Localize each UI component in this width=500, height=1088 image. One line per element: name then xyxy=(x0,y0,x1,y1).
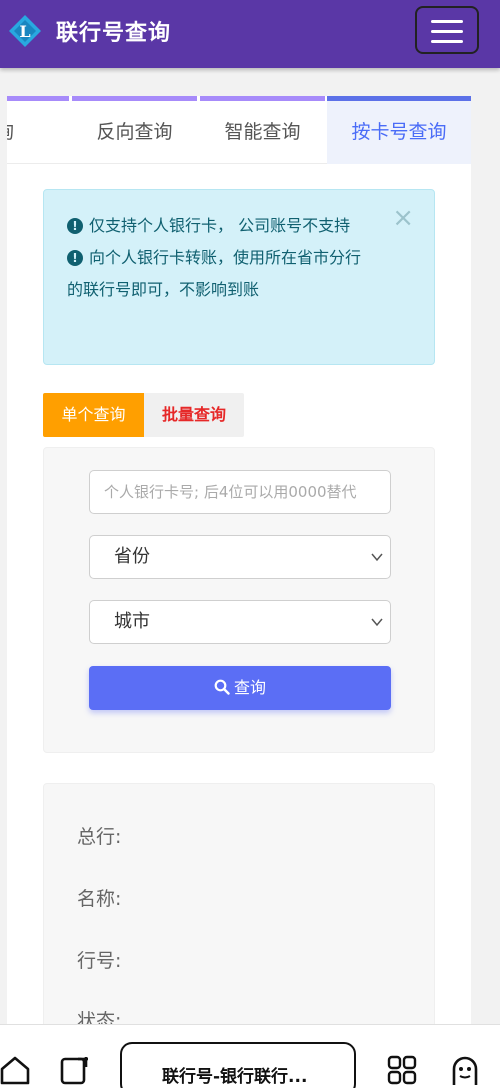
ghost-icon[interactable] xyxy=(450,1055,480,1085)
info-icon: ! xyxy=(67,218,83,234)
tab-smart-query[interactable]: 智能查询 xyxy=(200,96,325,164)
menu-button[interactable] xyxy=(415,6,479,54)
bank-name-label: 名称: xyxy=(77,888,122,910)
current-tab-title[interactable]: 联行号-银行联行... xyxy=(120,1042,356,1088)
tab-switch-icon[interactable] xyxy=(60,1055,90,1085)
main-card: 询 反向查询 智能查询 按卡号查询 !仅支持个人银行卡， 公司账号不支持 !向个… xyxy=(7,96,471,1043)
chevron-down-icon xyxy=(371,553,383,562)
query-form: 省份 城市 查询 xyxy=(43,447,435,753)
single-query-button[interactable]: 单个查询 xyxy=(43,393,144,437)
query-button-label: 查询 xyxy=(233,678,266,697)
city-select[interactable]: 城市 xyxy=(89,600,391,644)
info-icon: ! xyxy=(67,250,83,266)
svg-text:L: L xyxy=(19,22,30,41)
batch-query-button[interactable]: 批量查询 xyxy=(144,393,244,437)
search-icon xyxy=(214,679,230,695)
alert-line-1: ! 仅支持个人银行卡， 公司账号不支持 xyxy=(67,210,374,242)
app-header: L 联行号查询 xyxy=(0,0,500,68)
home-icon[interactable] xyxy=(0,1055,30,1085)
province-select-value: 省份 xyxy=(114,546,150,567)
apps-grid-icon[interactable] xyxy=(387,1055,417,1085)
app-title: 联行号查询 xyxy=(56,21,172,46)
bank-number-label: 行号: xyxy=(77,950,122,972)
tab-bar: 询 反向查询 智能查询 按卡号查询 xyxy=(7,96,471,164)
alert-line-2: ! 向个人银行卡转账，使用所在省市分行的联行号即可，不影响到账 xyxy=(67,248,362,299)
head-office-label: 总行: xyxy=(77,826,122,848)
tab-reverse-query[interactable]: 反向查询 xyxy=(72,96,197,164)
browser-bottom-bar: 联行号-银行联行... xyxy=(0,1024,500,1088)
logo-icon: L xyxy=(9,15,41,47)
tab-partial[interactable]: 询 xyxy=(7,96,69,164)
city-select-value: 城市 xyxy=(114,611,150,632)
province-select[interactable]: 省份 xyxy=(89,535,391,579)
chevron-down-icon xyxy=(371,618,383,627)
query-button[interactable]: 查询 xyxy=(89,666,391,710)
results-panel: 总行: 名称: 行号: 状态: xyxy=(43,783,435,1043)
close-icon[interactable]: × xyxy=(392,204,414,232)
info-alert: ! 仅支持个人银行卡， 公司账号不支持 ! 向个人银行卡转账，使用所在省市分行的联行… xyxy=(43,189,435,365)
card-number-input[interactable] xyxy=(89,470,391,514)
tab-card-query[interactable]: 按卡号查询 xyxy=(327,96,471,164)
